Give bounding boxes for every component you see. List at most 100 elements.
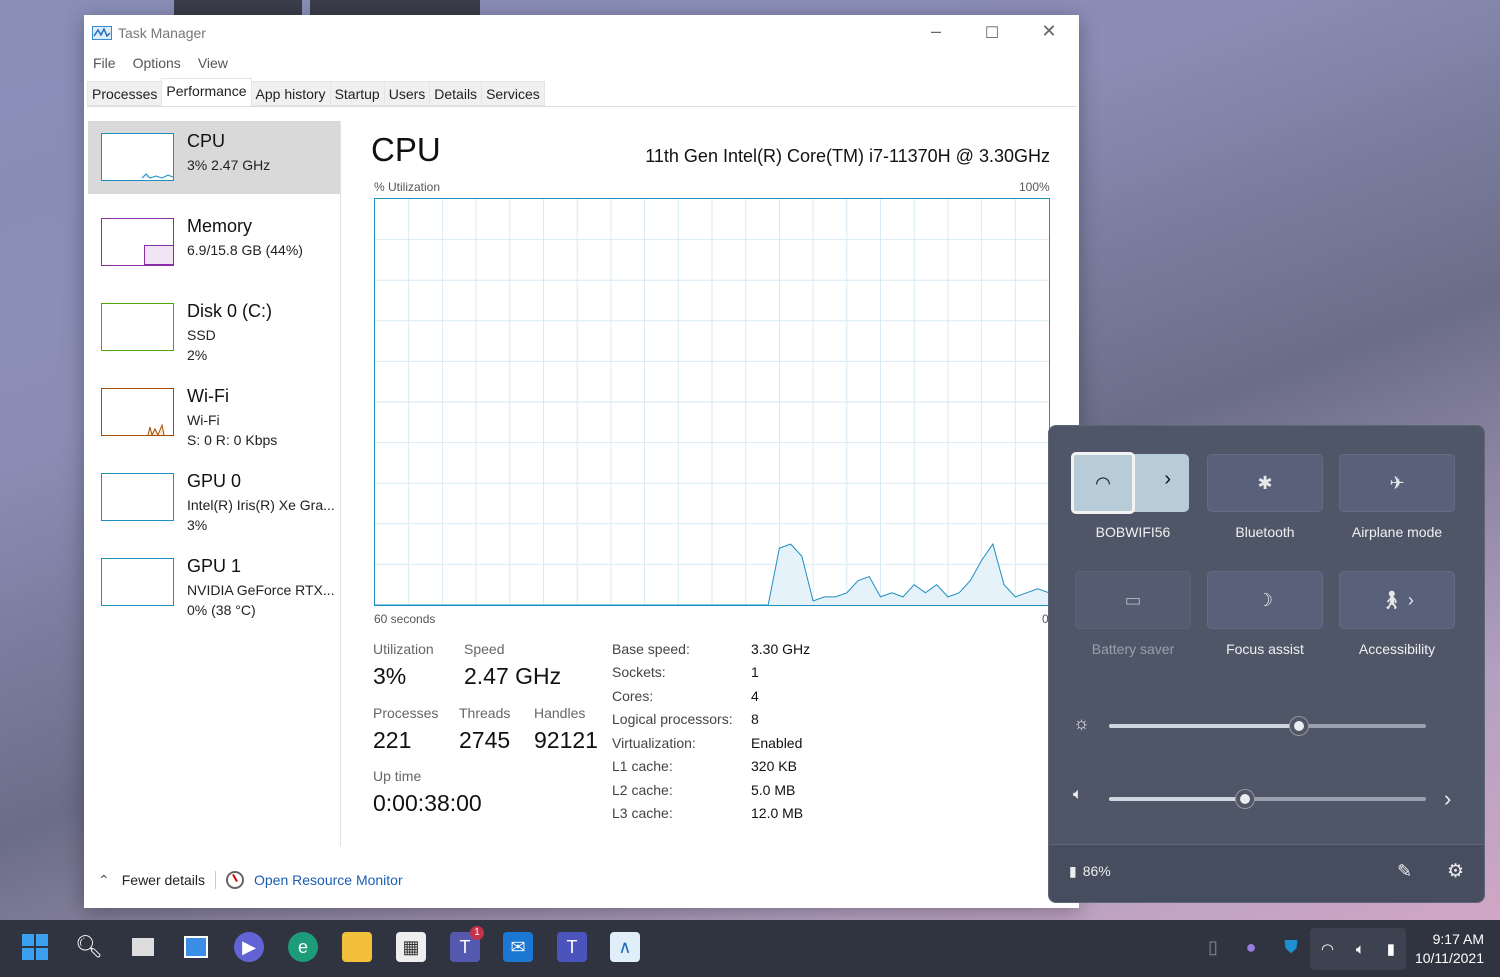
security-shield-icon[interactable]: ⛊ bbox=[1276, 932, 1306, 962]
gpu1-thumbnail bbox=[101, 558, 174, 606]
task-manager-taskbar-icon[interactable]: ∧ bbox=[610, 932, 640, 962]
bluetooth-icon: ✱ bbox=[1257, 472, 1273, 493]
search-icon[interactable]: 🔍︎ bbox=[74, 932, 104, 962]
spec-value: Enabled bbox=[751, 735, 803, 751]
tab-details[interactable]: Details bbox=[429, 81, 483, 106]
tab-users[interactable]: Users bbox=[383, 81, 431, 106]
airplane-mode-tile[interactable]: ✈ bbox=[1339, 454, 1455, 512]
teams-icon[interactable]: T1 bbox=[450, 926, 484, 962]
sidebar-detail: Wi-Fi bbox=[187, 412, 220, 428]
sidebar-detail: S: 0 R: 0 Kbps bbox=[187, 432, 278, 448]
edit-pencil-icon[interactable]: ✎ bbox=[1397, 861, 1412, 882]
clock[interactable]: 9:17 AM 10/11/2021 bbox=[1415, 930, 1484, 968]
menu-view[interactable]: View bbox=[198, 55, 228, 71]
menu-options[interactable]: Options bbox=[133, 55, 181, 71]
bluetooth-label: Bluetooth bbox=[1235, 524, 1295, 540]
tab-processes[interactable]: Processes bbox=[87, 81, 163, 106]
sidebar-item-cpu[interactable]: CPU 3% 2.47 GHz bbox=[88, 121, 340, 194]
menu-bar: File Options View bbox=[93, 55, 228, 71]
file-explorer-icon[interactable] bbox=[342, 932, 372, 962]
tab-services[interactable]: Services bbox=[481, 81, 545, 106]
volume-slider[interactable] bbox=[1109, 790, 1426, 808]
handles-value: 92121 bbox=[534, 727, 598, 753]
brightness-slider[interactable] bbox=[1109, 717, 1426, 735]
volume-tray-icon: 🔈︎ bbox=[1355, 940, 1365, 958]
wifi-expand-chevron-icon[interactable]: › bbox=[1164, 468, 1171, 491]
menu-file[interactable]: File bbox=[93, 55, 116, 71]
window-title: Task Manager bbox=[118, 25, 206, 41]
resource-monitor-icon bbox=[226, 871, 244, 889]
spec-label: Sockets: bbox=[612, 664, 666, 680]
accessibility-tile[interactable]: 🚶︎ › bbox=[1339, 571, 1455, 629]
battery-saver-icon: ▭ bbox=[1124, 589, 1142, 610]
wifi-thumbnail bbox=[101, 388, 174, 437]
close-button[interactable]: ✕ bbox=[1034, 21, 1064, 42]
widgets-icon[interactable] bbox=[181, 932, 211, 962]
sidebar-detail: SSD bbox=[187, 327, 216, 343]
fewer-details-button[interactable]: ⌃ Fewer details bbox=[98, 872, 205, 889]
divider bbox=[215, 871, 216, 889]
tab-bar: Processes Performance App history Startu… bbox=[87, 78, 1077, 107]
tab-startup[interactable]: Startup bbox=[329, 81, 385, 106]
fewer-details-label: Fewer details bbox=[121, 872, 205, 888]
system-tray-quick-settings[interactable]: ◠ 🔈︎ ▮ bbox=[1310, 928, 1406, 970]
notepad-tray-icon[interactable]: ▯ bbox=[1198, 932, 1228, 962]
memory-thumbnail bbox=[101, 218, 174, 266]
cpu-graph-svg bbox=[375, 199, 1050, 606]
wifi-tray-icon: ◠ bbox=[1320, 941, 1335, 958]
volume-icon: 🔈︎ bbox=[1073, 786, 1083, 803]
sidebar-item-gpu1[interactable]: GPU 1 NVIDIA GeForce RTX... 0% (38 °C) bbox=[88, 546, 340, 619]
threads-label: Threads bbox=[459, 705, 511, 721]
bluetooth-tile[interactable]: ✱ bbox=[1207, 454, 1323, 512]
minimize-button[interactable]: – bbox=[921, 21, 951, 42]
battery-status[interactable]: ▮ 86% bbox=[1069, 863, 1111, 880]
task-view-icon[interactable] bbox=[128, 932, 158, 962]
accessibility-icon: 🚶︎ › bbox=[1380, 589, 1414, 610]
handles-label: Handles bbox=[534, 705, 586, 721]
background-window bbox=[310, 0, 480, 15]
audio-output-chevron-icon[interactable]: › bbox=[1444, 786, 1451, 812]
processes-label: Processes bbox=[373, 705, 439, 721]
airplane-icon: ✈ bbox=[1389, 472, 1405, 493]
footer: ⌃ Fewer details Open Resource Monitor bbox=[98, 871, 403, 889]
chat-icon[interactable]: ▶ bbox=[234, 932, 264, 962]
sidebar-item-disk[interactable]: Disk 0 (C:) SSD 2% bbox=[88, 291, 340, 364]
brightness-icon: ☼ bbox=[1073, 713, 1090, 733]
store-icon[interactable]: ▦ bbox=[396, 932, 426, 962]
tab-app-history[interactable]: App history bbox=[250, 81, 331, 106]
accessibility-label: Accessibility bbox=[1358, 641, 1436, 657]
quick-settings-panel: ◠ › BOBWIFI56 ✱ Bluetooth ✈ Airplane mod… bbox=[1048, 425, 1485, 903]
mail-icon[interactable]: ✉ bbox=[503, 932, 533, 962]
cpu-utilization-graph bbox=[374, 198, 1050, 606]
battery-saver-tile[interactable]: ▭ bbox=[1075, 571, 1191, 629]
battery-tray-icon: ▮ bbox=[1386, 941, 1396, 958]
spec-label: Virtualization: bbox=[612, 735, 696, 751]
uptime-value: 0:00:38:00 bbox=[373, 790, 482, 816]
title-bar: Task Manager bbox=[92, 25, 206, 41]
sidebar-detail: 0% (38 °C) bbox=[187, 602, 256, 618]
open-resource-monitor-link[interactable]: Open Resource Monitor bbox=[254, 872, 403, 888]
brightness-fill bbox=[1109, 724, 1300, 728]
teams-tray-icon[interactable]: ● bbox=[1236, 932, 1266, 962]
sidebar-label: Disk 0 (C:) bbox=[187, 301, 272, 321]
sidebar-item-wifi[interactable]: Wi-Fi Wi-Fi S: 0 R: 0 Kbps bbox=[88, 376, 340, 449]
utilization-label: Utilization bbox=[373, 641, 434, 657]
start-windows-icon[interactable] bbox=[20, 932, 50, 962]
wifi-toggle[interactable]: ◠ bbox=[1071, 452, 1135, 514]
spec-value: 12.0 MB bbox=[751, 805, 804, 821]
sidebar-detail: 3% 2.47 GHz bbox=[187, 157, 271, 173]
maximize-button[interactable]: ☐ bbox=[977, 23, 1007, 43]
teams-work-icon[interactable]: T bbox=[557, 932, 587, 962]
volume-thumb[interactable] bbox=[1236, 790, 1255, 808]
battery-percent: 86% bbox=[1082, 863, 1111, 879]
edge-icon[interactable]: e bbox=[288, 932, 318, 962]
brightness-thumb[interactable] bbox=[1290, 717, 1309, 735]
moon-icon: ☽ bbox=[1256, 589, 1274, 610]
tab-performance[interactable]: Performance bbox=[161, 78, 252, 106]
settings-gear-icon[interactable]: ⚙ bbox=[1447, 860, 1464, 883]
sidebar-item-memory[interactable]: Memory 6.9/15.8 GB (44%) bbox=[88, 206, 340, 279]
sidebar-item-gpu0[interactable]: GPU 0 Intel(R) Iris(R) Xe Gra... 3% bbox=[88, 461, 340, 534]
threads-value: 2745 bbox=[459, 727, 511, 753]
spec-value: 3.30 GHz bbox=[751, 641, 811, 657]
focus-assist-tile[interactable]: ☽ bbox=[1207, 571, 1323, 629]
